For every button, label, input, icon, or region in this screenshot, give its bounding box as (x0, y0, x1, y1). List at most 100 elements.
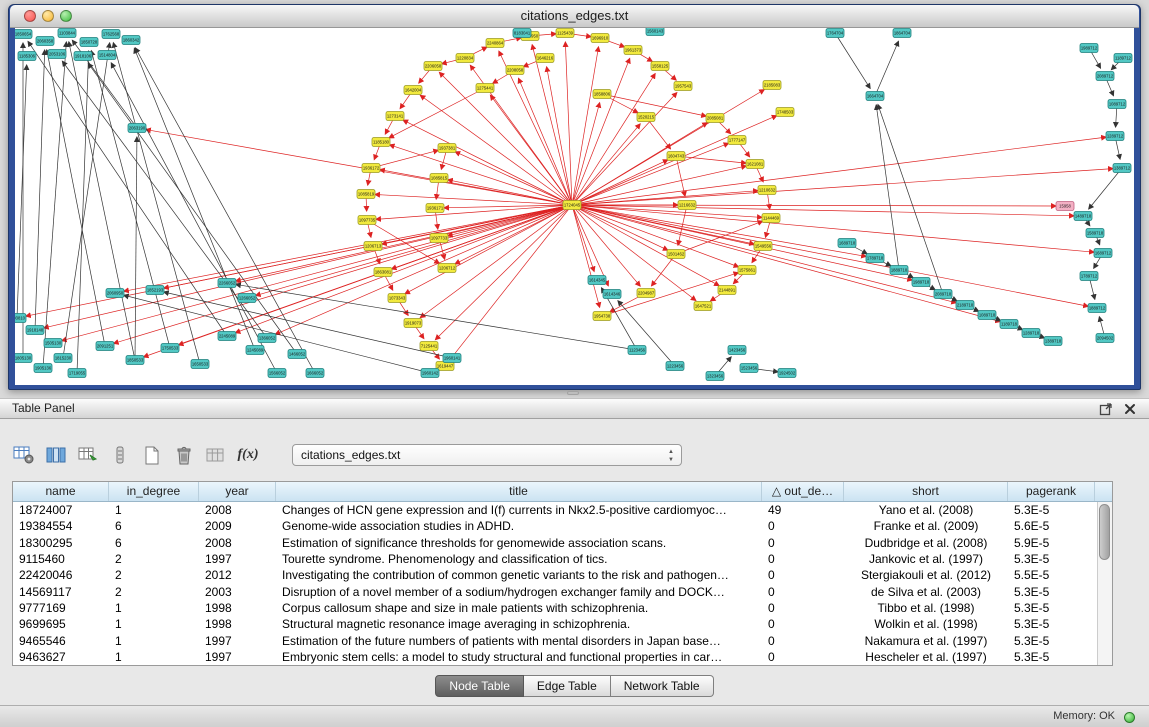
graph-node[interactable]: 1664704 (866, 92, 884, 101)
graph-node[interactable]: 1206712 (438, 264, 456, 273)
column-header-title[interactable]: title (276, 482, 762, 501)
graph-node[interactable]: 1206713 (364, 242, 382, 251)
graph-node[interactable]: 1085819 (357, 190, 375, 199)
column-header-name[interactable]: name (13, 482, 109, 501)
graph-node[interactable]: 1560143 (646, 28, 664, 36)
graph-node[interactable]: 1850533 (126, 356, 144, 365)
graph-node[interactable]: 1489718 (1074, 212, 1092, 221)
graph-node[interactable]: 2144891 (718, 286, 736, 295)
table-row[interactable]: 1938455462009Genome-wide association stu… (13, 518, 1112, 534)
graph-node[interactable]: 1889718 (890, 266, 908, 275)
column-header-in_degree[interactable]: in_degree (109, 482, 199, 501)
graph-node[interactable]: 1523456 (740, 364, 758, 373)
graph-node[interactable]: 1863081 (374, 268, 392, 277)
graph-node[interactable]: 1103810 (15, 314, 26, 323)
graph-node[interactable]: 1858806 (593, 90, 611, 99)
graph-node[interactable]: 1905136 (34, 364, 52, 373)
graph-node[interactable]: 1589718 (1086, 229, 1104, 238)
graph-node[interactable]: 1815230 (54, 354, 72, 363)
graph-node[interactable]: 1089712 (1108, 100, 1126, 109)
graph-node[interactable]: 1103844 (58, 29, 76, 38)
network-selector[interactable]: citations_edges.txt ▲▼ (292, 444, 682, 466)
graph-node[interactable]: 1614346 (603, 290, 621, 299)
import-table-icon[interactable] (76, 442, 100, 468)
minimize-window-button[interactable] (42, 10, 54, 22)
window-titlebar[interactable]: citations_edges.txt (10, 5, 1139, 28)
graph-node[interactable]: 2208058 (506, 66, 524, 75)
graph-node[interactable]: 1989712 (1080, 44, 1098, 53)
graph-node[interactable]: 2245089 (218, 332, 236, 341)
graph-node[interactable]: 7125441 (420, 342, 438, 351)
graph-node[interactable]: 1689712 (1094, 249, 1112, 258)
graph-node[interactable]: 2060950 (106, 289, 124, 298)
graph-node[interactable]: 1520215 (637, 113, 655, 122)
graph-node[interactable]: 1750533 (161, 344, 179, 353)
graph-node[interactable]: 1936172 (362, 164, 380, 173)
table-mode-icon[interactable] (12, 442, 36, 468)
graph-node[interactable]: 1764704 (826, 29, 844, 38)
graph-node[interactable]: 1323456 (706, 372, 724, 381)
graph-node[interactable]: 1501462 (667, 250, 685, 259)
graph-node[interactable]: 1125439 (556, 29, 574, 38)
table-row[interactable]: 2242004622012Investigating the contribut… (13, 567, 1112, 583)
graph-node[interactable]: 1719055 (68, 369, 86, 378)
graph-node[interactable]: 1266052 (238, 294, 256, 303)
new-table-icon[interactable] (140, 442, 164, 468)
graph-node[interactable]: 1724045 (563, 201, 581, 210)
graph-node[interactable]: 2053106 (48, 50, 66, 59)
graph-node[interactable]: 1805130 (15, 354, 32, 363)
graph-node[interactable]: 1289712 (1106, 132, 1124, 141)
tab-network-table[interactable]: Network Table (611, 675, 714, 697)
graph-node[interactable]: 1466052 (288, 350, 306, 359)
graph-node[interactable]: 1666052 (306, 369, 324, 378)
graph-node[interactable]: 1696910 (591, 34, 609, 43)
graph-node[interactable]: 1762568 (102, 30, 120, 39)
graph-node[interactable]: 1085815 (430, 174, 448, 183)
graph-node[interactable]: 1960141 (443, 354, 461, 363)
graph-node[interactable]: 2266052 (218, 279, 236, 288)
graph-node[interactable]: 1097735 (358, 216, 376, 225)
graph-node[interactable]: 1852193 (146, 286, 164, 295)
graph-node[interactable]: 1185306 (18, 52, 36, 61)
graph-node[interactable]: 2185083 (763, 81, 781, 90)
graph-node[interactable]: 1245089 (246, 346, 264, 355)
graph-node[interactable]: 1689718 (838, 239, 856, 248)
column-header-out_degree[interactable]: △ out_de… (762, 482, 844, 501)
table-row[interactable]: 1872400712008Changes of HCN gene express… (13, 502, 1112, 518)
graph-node[interactable]: 1073343 (388, 294, 406, 303)
graph-node[interactable]: 2089718 (934, 290, 952, 299)
graph-node[interactable]: 8183041 (513, 29, 531, 38)
vertical-scrollbar[interactable] (1097, 502, 1112, 665)
close-panel-icon[interactable] (1123, 402, 1137, 416)
graph-node[interactable]: 1389712 (1113, 164, 1131, 173)
graph-node[interactable]: 2204987 (637, 289, 655, 298)
column-header-year[interactable]: year (199, 482, 276, 501)
graph-node[interactable]: 1621081 (746, 160, 764, 169)
graph-node[interactable]: 1514804 (98, 51, 116, 60)
graph-node[interactable]: 1366052 (258, 334, 276, 343)
graph-node[interactable]: 1918148 (26, 326, 44, 335)
graph-node[interactable]: 1273141 (386, 112, 404, 121)
graph-node[interactable]: 1185180 (372, 138, 390, 147)
split-pane-handle[interactable] (567, 391, 579, 395)
graph-node[interactable]: 1918106 (74, 52, 92, 61)
graph-node[interactable]: 1954738 (593, 312, 611, 321)
graph-node[interactable]: 1789718 (866, 254, 884, 263)
tab-node-table[interactable]: Node Table (435, 675, 524, 697)
graph-node[interactable]: 1423456 (728, 346, 746, 355)
graph-node[interactable]: 1989718 (912, 278, 930, 287)
graph-node[interactable]: 2240864 (486, 39, 504, 48)
tab-edge-table[interactable]: Edge Table (524, 675, 611, 697)
graph-node[interactable]: 1575861 (738, 266, 756, 275)
graph-node[interactable]: 1937381 (438, 144, 456, 153)
table-row[interactable]: 946554611997Estimation of the future num… (13, 632, 1112, 648)
column-header-pagerank[interactable]: pagerank (1008, 482, 1095, 501)
scrollbar-thumb[interactable] (1099, 504, 1110, 560)
show-columns-icon[interactable] (44, 442, 68, 468)
graph-node[interactable]: 1646216 (536, 54, 554, 63)
graph-node[interactable]: 1960142 (421, 369, 439, 378)
table-row[interactable]: 946362711997Embryonic stem cells: a mode… (13, 649, 1112, 665)
float-panel-icon[interactable] (1099, 402, 1113, 416)
graph-node[interactable]: 2060358 (36, 37, 54, 46)
graph-node[interactable]: 1604743 (667, 152, 685, 161)
